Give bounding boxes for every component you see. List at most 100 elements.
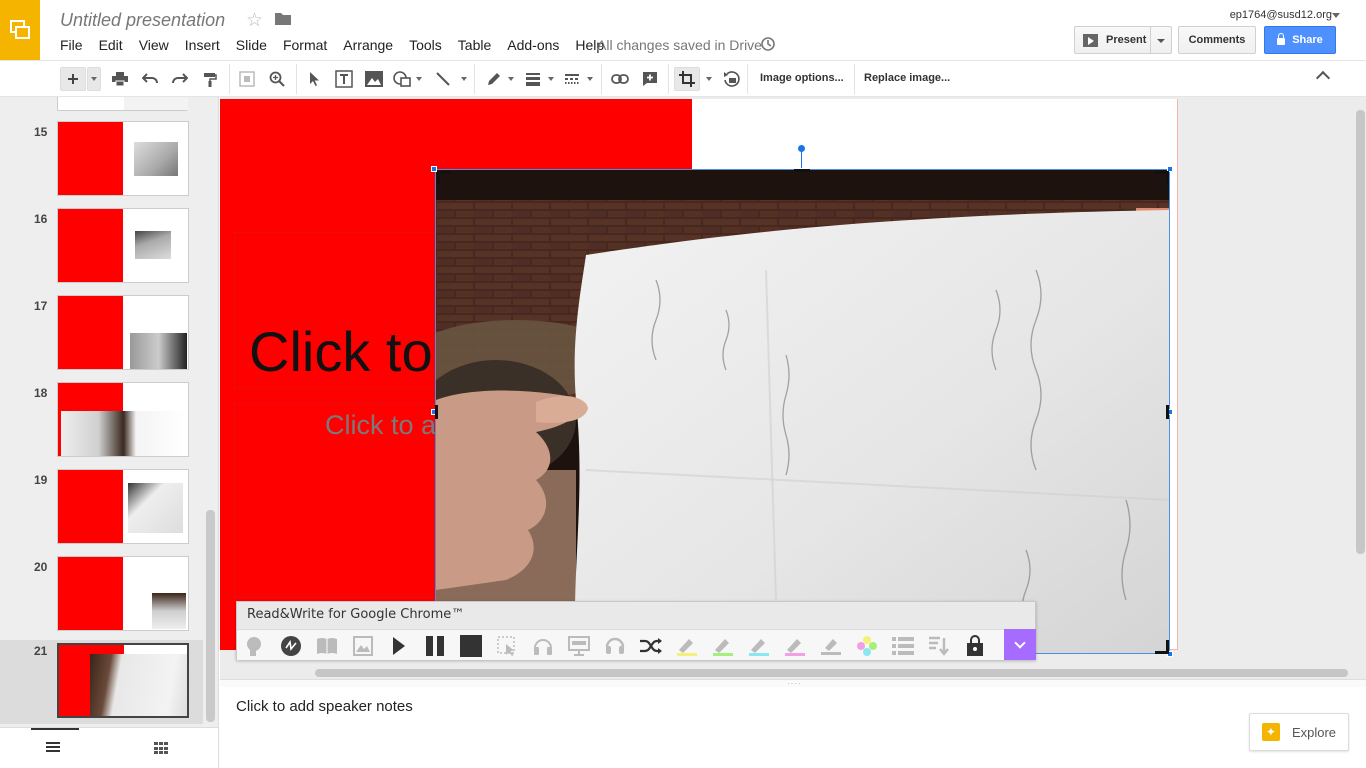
- paint-format-icon[interactable]: [198, 67, 222, 91]
- chevron-up-icon[interactable]: [1315, 70, 1331, 86]
- caret-down-icon[interactable]: [587, 77, 593, 81]
- horizontal-scrollbar[interactable]: [315, 669, 1348, 677]
- menu-addons[interactable]: Add-ons: [507, 36, 559, 53]
- crop-handle-top-left[interactable]: [437, 171, 451, 185]
- slides-logo[interactable]: [0, 0, 40, 60]
- slide-thumbnail[interactable]: [57, 97, 188, 111]
- slide-item-20[interactable]: 20: [0, 556, 203, 642]
- present-dropdown-button[interactable]: [1150, 26, 1172, 54]
- audio-maker-icon[interactable]: [531, 634, 555, 658]
- picture-dictionary-icon[interactable]: [351, 634, 375, 658]
- subtitle-placeholder-text[interactable]: Click to a: [325, 410, 436, 441]
- check-it-icon[interactable]: [927, 634, 951, 658]
- highlight-blue-icon[interactable]: [747, 634, 771, 658]
- slide-item-16[interactable]: 16: [0, 208, 203, 294]
- text-to-speech-icon[interactable]: [243, 634, 267, 658]
- selected-image[interactable]: [435, 169, 1170, 654]
- highlight-pink-icon[interactable]: [783, 634, 807, 658]
- clear-highlights-icon[interactable]: [819, 634, 843, 658]
- document-title[interactable]: Untitled presentation: [60, 10, 225, 31]
- insert-link-icon[interactable]: [608, 67, 632, 91]
- caret-down-icon[interactable]: [416, 77, 422, 81]
- menu-file[interactable]: File: [60, 36, 83, 53]
- highlight-green-icon[interactable]: [711, 634, 735, 658]
- crop-handle-top[interactable]: [794, 169, 810, 172]
- rotation-handle[interactable]: [798, 145, 805, 152]
- star-icon[interactable]: ☆: [246, 9, 263, 32]
- crop-handle-bottom-right[interactable]: [1155, 640, 1169, 654]
- menu-edit[interactable]: Edit: [99, 36, 123, 53]
- vocabulary-list-icon[interactable]: [891, 634, 915, 658]
- shape-icon[interactable]: [390, 67, 414, 91]
- comments-button[interactable]: Comments: [1178, 26, 1256, 54]
- menu-format[interactable]: Format: [283, 36, 327, 53]
- crop-handle-left[interactable]: [435, 405, 438, 419]
- account-caret-icon[interactable]: [1332, 13, 1340, 18]
- revision-history-icon[interactable]: [760, 36, 776, 57]
- voice-note-icon[interactable]: [963, 634, 987, 658]
- slide-item-17[interactable]: 17: [0, 295, 203, 381]
- share-button[interactable]: Share: [1264, 26, 1336, 54]
- highlight-yellow-icon[interactable]: [675, 634, 699, 658]
- menu-table[interactable]: Table: [458, 36, 491, 53]
- border-weight-icon[interactable]: [521, 67, 545, 91]
- slide-item-18[interactable]: 18: [0, 382, 203, 468]
- crop-handle-top-right[interactable]: [1155, 171, 1169, 185]
- caret-down-icon[interactable]: [706, 77, 712, 81]
- menu-slide[interactable]: Slide: [236, 36, 267, 53]
- reset-image-icon[interactable]: [720, 67, 744, 91]
- filmstrip-scrollbar[interactable]: [206, 510, 215, 722]
- new-slide-button[interactable]: [60, 67, 86, 91]
- play-icon[interactable]: [387, 634, 411, 658]
- explore-button[interactable]: ✦ Explore: [1249, 713, 1349, 751]
- account-email[interactable]: ep1764@susd12.org: [1230, 9, 1332, 21]
- readwrite-expand-button[interactable]: [1004, 629, 1036, 660]
- screen-mask-icon[interactable]: [567, 634, 591, 658]
- title-placeholder-text[interactable]: Click to: [249, 319, 433, 384]
- print-icon[interactable]: [108, 67, 132, 91]
- select-cursor-icon[interactable]: [302, 67, 326, 91]
- crop-icon[interactable]: [674, 67, 700, 91]
- slide-item-19[interactable]: 19: [0, 469, 203, 555]
- pause-icon[interactable]: [423, 634, 447, 658]
- translator-icon[interactable]: [639, 634, 663, 658]
- resize-grip-icon[interactable]: ····: [787, 679, 802, 688]
- menu-insert[interactable]: Insert: [185, 36, 220, 53]
- slide-item-21[interactable]: 21: [0, 640, 203, 724]
- add-comment-icon[interactable]: [638, 67, 662, 91]
- talking-dictionary-icon[interactable]: [279, 634, 303, 658]
- list-view-icon[interactable]: [46, 742, 60, 754]
- canvas-scrollbar[interactable]: [1356, 110, 1365, 554]
- redo-icon[interactable]: [168, 67, 192, 91]
- border-dash-icon[interactable]: [560, 67, 584, 91]
- screenshot-reader-icon[interactable]: [495, 634, 519, 658]
- slide-item-15[interactable]: 15: [0, 121, 203, 207]
- present-button[interactable]: Present: [1074, 26, 1151, 54]
- speech-input-icon[interactable]: [603, 634, 627, 658]
- caret-down-icon[interactable]: [548, 77, 554, 81]
- caret-down-icon[interactable]: [508, 77, 514, 81]
- folder-icon[interactable]: [275, 12, 291, 30]
- menu-view[interactable]: View: [139, 36, 169, 53]
- replace-image-button[interactable]: Replace image...: [864, 72, 950, 84]
- zoom-fit-icon[interactable]: [235, 67, 259, 91]
- dictionary-icon[interactable]: [315, 634, 339, 658]
- slide-thumbnail: [57, 469, 189, 544]
- border-color-icon[interactable]: [482, 67, 506, 91]
- speaker-notes[interactable]: Click to add speaker notes: [236, 698, 413, 715]
- menu-arrange[interactable]: Arrange: [343, 36, 393, 53]
- menu-tools[interactable]: Tools: [409, 36, 442, 53]
- save-status[interactable]: All changes saved in Drive: [597, 37, 762, 53]
- undo-icon[interactable]: [138, 67, 162, 91]
- crop-handle-right[interactable]: [1166, 405, 1169, 419]
- caret-down-icon[interactable]: [461, 77, 467, 81]
- collect-highlights-icon[interactable]: [855, 634, 879, 658]
- grid-view-icon[interactable]: [154, 742, 168, 755]
- zoom-icon[interactable]: [265, 67, 289, 91]
- stop-icon[interactable]: [459, 634, 483, 658]
- text-box-icon[interactable]: [332, 67, 356, 91]
- image-options-button[interactable]: Image options...: [760, 72, 844, 84]
- readwrite-title[interactable]: Read&Write for Google Chrome™: [247, 607, 464, 622]
- line-icon[interactable]: [431, 67, 455, 91]
- insert-image-icon[interactable]: [362, 67, 386, 91]
